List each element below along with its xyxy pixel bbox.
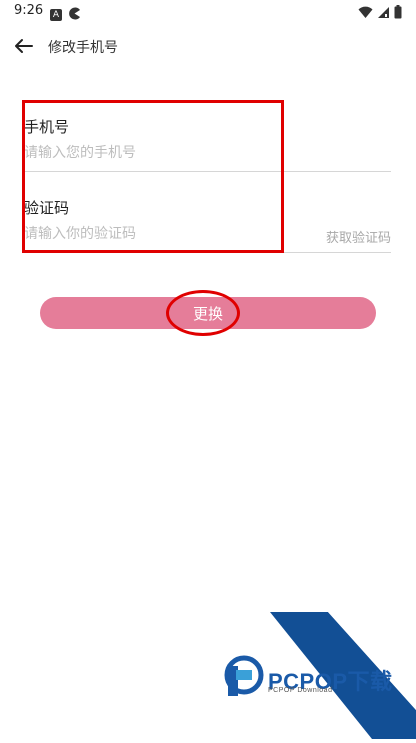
status-time: 9:26 — [14, 3, 44, 18]
status-bar: 9:26 A — [0, 0, 416, 24]
back-button[interactable] — [10, 32, 38, 60]
pacman-icon — [68, 5, 81, 24]
status-left-icons: A — [50, 5, 81, 24]
phone-underline — [24, 171, 391, 172]
phone-label: 手机号 — [24, 118, 70, 136]
phone-input[interactable] — [24, 143, 304, 163]
page-title: 修改手机号 — [48, 40, 118, 56]
status-right-icons — [358, 4, 402, 23]
watermark-brand: PCPOP下载 — [268, 669, 393, 694]
change-button-label: 更换 — [192, 305, 223, 323]
code-underline — [24, 252, 391, 253]
app-header: 修改手机号 — [0, 28, 416, 64]
code-field: 验证码 获取验证码 — [24, 197, 391, 255]
battery-icon — [394, 4, 402, 23]
phone-field: 手机号 — [24, 116, 391, 174]
watermark: PCPOP下载 PCPOP Download — [0, 600, 416, 739]
signal-icon — [377, 4, 390, 23]
watermark-subtitle: PCPOP Download — [268, 687, 333, 694]
get-code-button[interactable]: 获取验证码 — [326, 227, 391, 246]
wifi-icon — [358, 4, 373, 23]
code-label: 验证码 — [24, 199, 70, 217]
notification-a-icon: A — [50, 8, 62, 21]
pcpop-logo-icon — [224, 655, 264, 696]
watermark-shape — [224, 612, 416, 739]
change-button[interactable]: 更换 — [40, 297, 376, 329]
code-input[interactable] — [24, 224, 304, 244]
back-arrow-icon — [15, 39, 33, 53]
